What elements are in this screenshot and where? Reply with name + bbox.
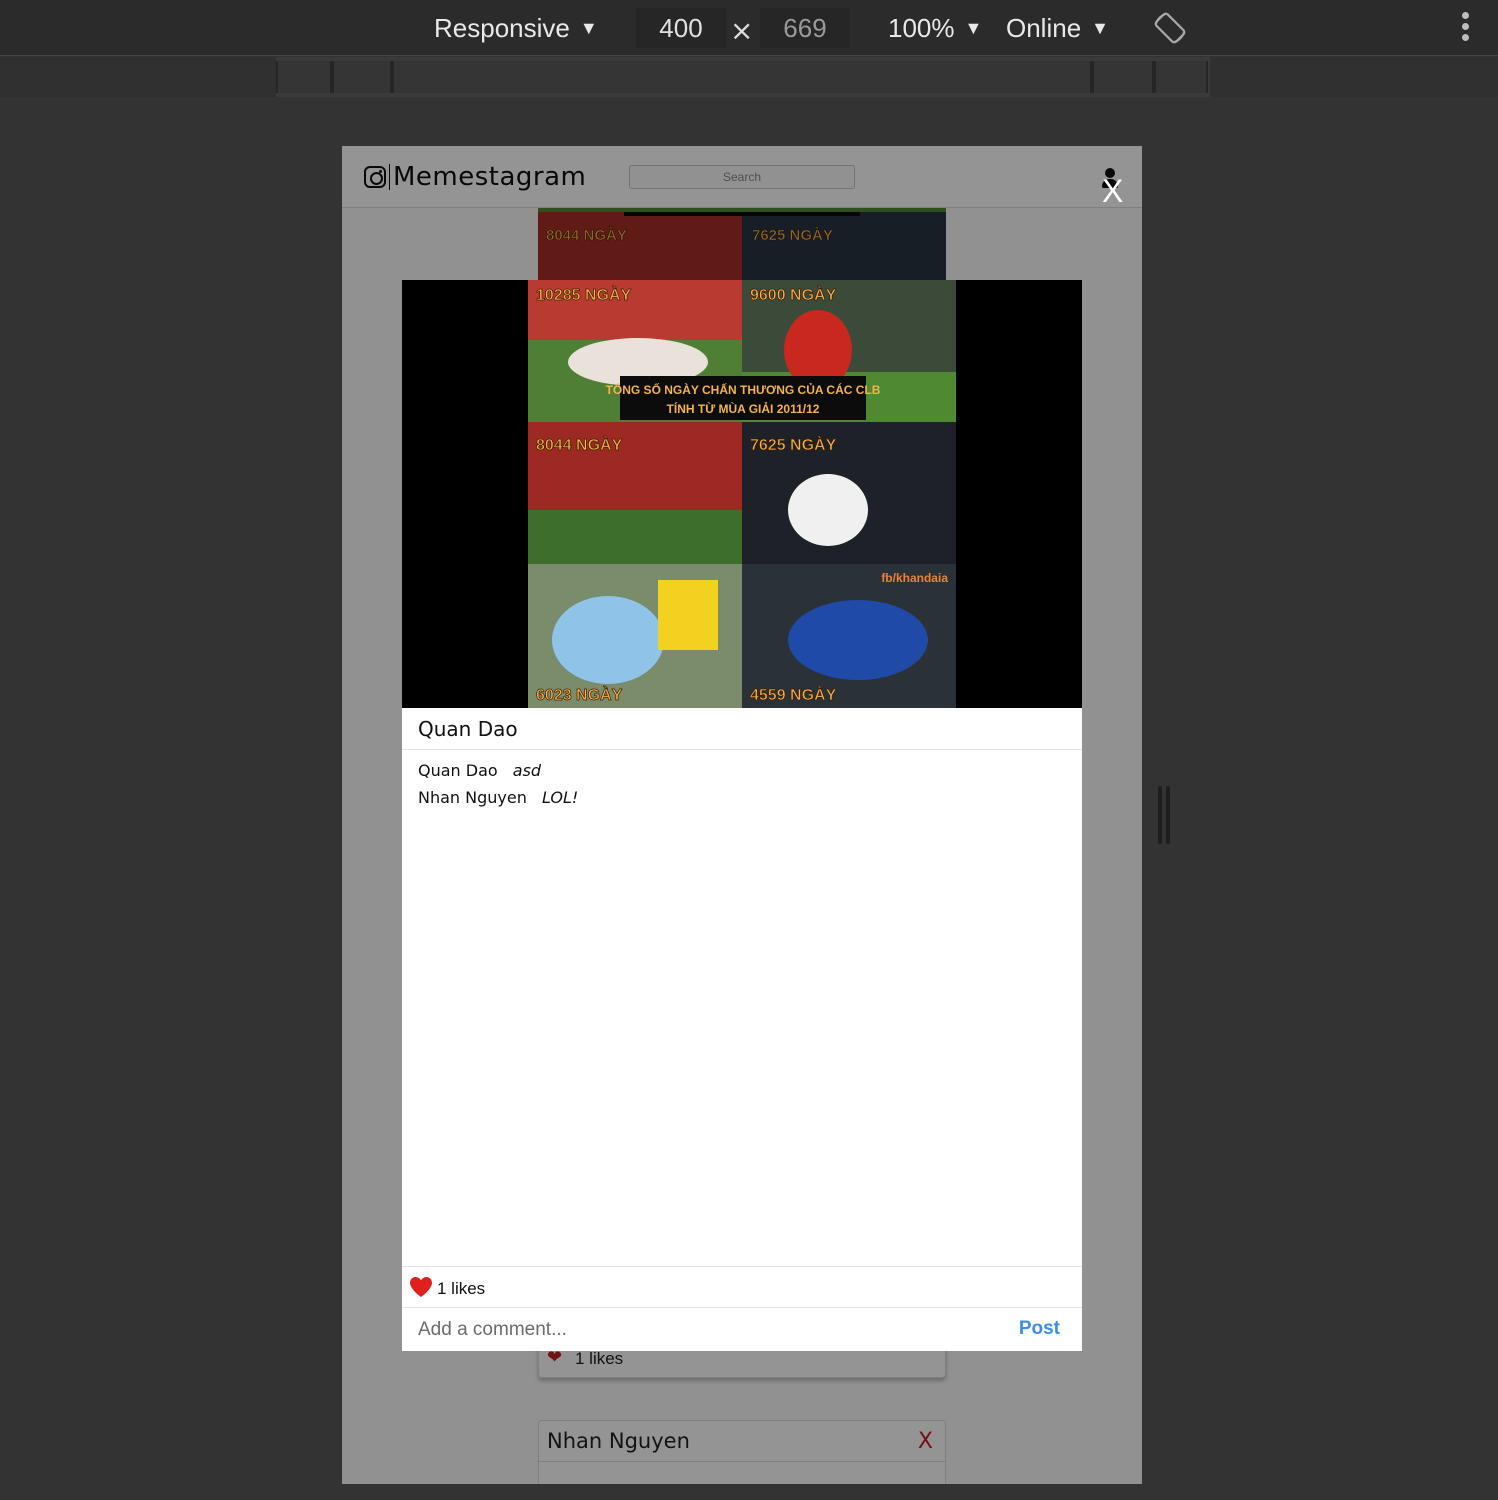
panel-label: 4559 NGÀY: [750, 685, 837, 704]
devtools-toolbar: Responsive ▼ 400 × 669 100% ▼ Online ▼: [0, 0, 1498, 56]
post-modal: TỔNG SỐ NGÀY CHẤN THƯƠNG CỦA CÁC CLB TÍN…: [402, 280, 1082, 1351]
device-viewport: Memestagram Search 8044 NGÀY 7625 NGÀY ❤…: [342, 146, 1142, 1484]
media-query-segment[interactable]: [1092, 61, 1154, 93]
media-query-segment[interactable]: [276, 61, 332, 93]
zoom-label: 100%: [888, 13, 955, 43]
dimension-separator: ×: [730, 14, 754, 47]
likes-count: 1 likes: [437, 1279, 486, 1298]
device-mode-label: Responsive: [434, 13, 570, 43]
zoom-dropdown[interactable]: 100% ▼: [888, 10, 982, 46]
network-throttle-dropdown[interactable]: Online ▼: [1006, 10, 1109, 46]
comment-text: LOL!: [541, 788, 579, 807]
comment-username[interactable]: Quan Dao: [418, 761, 498, 780]
comment-item: Quan Dao asd: [418, 760, 1058, 787]
heart-icon[interactable]: [409, 1276, 433, 1298]
panel-label: 9600 NGÀY: [750, 285, 837, 304]
meme-title-line2: TÍNH TỪ MÙA GIẢI 2011/12: [667, 401, 820, 416]
media-query-segment[interactable]: [392, 61, 1092, 93]
resize-handle[interactable]: [1158, 786, 1172, 844]
chevron-down-icon: ▼: [964, 18, 983, 38]
panel-label: 10285 NGÀY: [536, 285, 631, 304]
more-vertical-icon[interactable]: [1458, 12, 1472, 44]
panel-label: 6023 NGÀY: [536, 685, 623, 704]
network-label: Online: [1006, 13, 1082, 43]
panel-label: 7625 NGÀY: [750, 435, 837, 454]
media-query-segment[interactable]: [332, 61, 392, 93]
chevron-down-icon: ▼: [579, 18, 598, 38]
width-input[interactable]: 400: [636, 8, 726, 48]
comment-input[interactable]: [418, 1316, 978, 1344]
add-comment-row: Post: [402, 1308, 1082, 1351]
post-media: TỔNG SỐ NGÀY CHẤN THƯƠNG CỦA CÁC CLB TÍN…: [402, 280, 1082, 708]
chevron-down-icon: ▼: [1091, 18, 1109, 38]
modal-header: Quan Dao: [402, 708, 1082, 750]
likes-row: 1 likes: [402, 1266, 1082, 1308]
close-modal-button[interactable]: X: [1102, 174, 1123, 208]
rotate-icon[interactable]: [1152, 10, 1188, 46]
height-input[interactable]: 669: [760, 8, 850, 48]
comment-list: Quan Dao asd Nhan Nguyen LOL!: [418, 760, 1058, 814]
post-author[interactable]: Quan Dao: [418, 717, 518, 741]
device-mode-dropdown[interactable]: Responsive ▼: [434, 10, 598, 46]
panel-label: 8044 NGÀY: [536, 435, 623, 454]
meme-title-line1: TỔNG SỐ NGÀY CHẤN THƯƠNG CỦA CÁC CLB: [606, 382, 881, 397]
comment-text: asd: [512, 761, 542, 780]
comment-username[interactable]: Nhan Nguyen: [418, 788, 527, 807]
media-query-segment[interactable]: [1154, 61, 1208, 93]
media-query-bar: [0, 57, 1498, 97]
post-comment-button[interactable]: Post: [1019, 1318, 1060, 1340]
comment-item: Nhan Nguyen LOL!: [418, 787, 1058, 814]
meme-credit: fb/khandaia: [881, 571, 948, 585]
meme-image: TỔNG SỐ NGÀY CHẤN THƯƠNG CỦA CÁC CLB TÍN…: [528, 280, 956, 708]
